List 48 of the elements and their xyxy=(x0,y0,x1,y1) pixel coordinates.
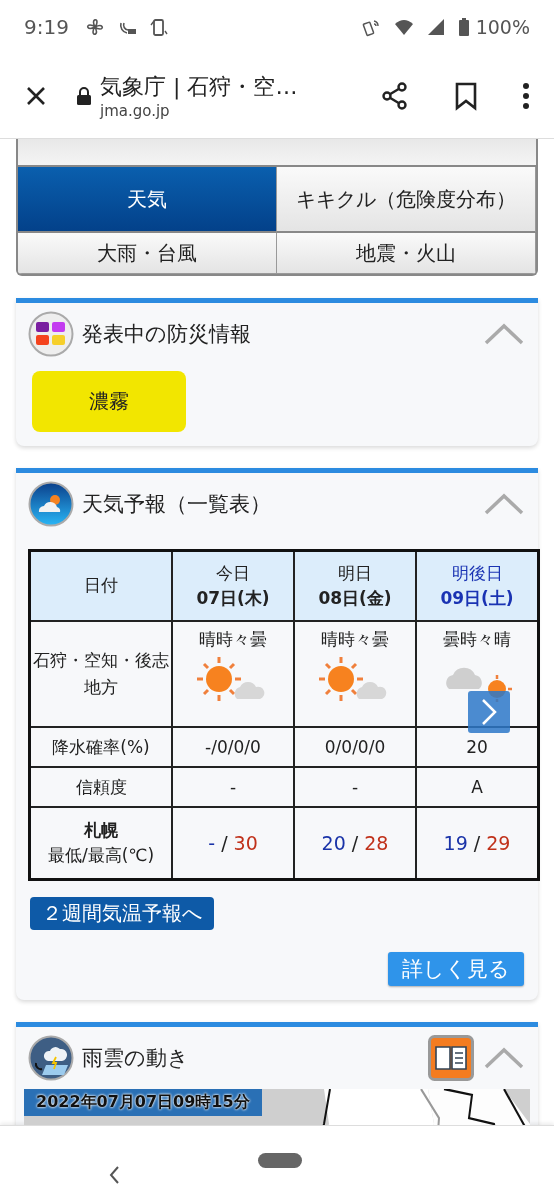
page-url: jma.go.jp xyxy=(100,102,171,120)
nav-tab[interactable]: 大雨・台風 xyxy=(18,233,277,274)
more-icon[interactable] xyxy=(522,81,530,111)
fan-icon xyxy=(84,17,105,37)
phone-signal-icon xyxy=(361,17,382,37)
weather-icon xyxy=(28,481,74,527)
wifi-icon xyxy=(393,17,414,37)
bookmark-icon[interactable] xyxy=(454,81,478,111)
section-title: 天気予報（一覧表） xyxy=(82,491,272,518)
scroll-next-button[interactable] xyxy=(468,691,510,733)
rain-cloud-icon xyxy=(28,1035,74,1081)
row-header: 降水確率(%) xyxy=(29,727,172,767)
partial-tab[interactable] xyxy=(18,139,536,167)
timestamp-label: 2022年07月07日09時15分 xyxy=(24,1089,262,1116)
row-header: 石狩・空知・後志地方 xyxy=(29,621,172,727)
day-header: 今日 07日(木) xyxy=(172,550,294,621)
book-icon[interactable] xyxy=(428,1035,474,1081)
battery-percent: 100% xyxy=(475,16,530,38)
city-name: 札幌 xyxy=(83,818,119,842)
table-cell: - xyxy=(172,767,294,807)
day-header: 明日 08日(金) xyxy=(294,550,416,621)
chevron-right-icon xyxy=(479,697,499,727)
share-icon[interactable] xyxy=(380,81,410,111)
nav-tab[interactable]: 天気 xyxy=(18,167,277,233)
weather-text: 曇時々晴 xyxy=(442,628,512,651)
section-title: 発表中の防災情報 xyxy=(82,321,252,348)
day-header: 明後日 09日(土) xyxy=(416,550,539,621)
lock-icon xyxy=(76,86,92,106)
home-handle[interactable] xyxy=(258,1152,302,1168)
table-header: 日付 xyxy=(29,550,172,621)
clock-time: 9:19 xyxy=(24,15,69,39)
two-week-link-button[interactable]: ２週間気温予報へ xyxy=(30,897,214,930)
phone-rotate-icon xyxy=(148,17,169,37)
page-title: 気象庁 | 石狩・空… xyxy=(100,73,299,102)
weather-text: 晴時々曇 xyxy=(320,628,390,651)
warning-badge[interactable]: 濃霧 xyxy=(32,371,186,432)
section-title: 雨雲の動き xyxy=(82,1045,190,1072)
row-header: 最低/最高(℃) xyxy=(46,844,156,867)
back-icon[interactable] xyxy=(108,1165,120,1185)
grid-icon xyxy=(28,311,74,357)
battery-icon xyxy=(457,17,470,37)
nav-tab[interactable]: 地震・火山 xyxy=(277,233,536,274)
row-header: 信頼度 xyxy=(29,767,172,807)
weather-text: 晴時々曇 xyxy=(198,628,268,651)
nav-tab[interactable]: キキクル（危険度分布） xyxy=(277,167,536,233)
table-cell: -/0/0/0 xyxy=(172,727,294,767)
table-cell: - xyxy=(294,767,416,807)
table-cell: 0/0/0/0 xyxy=(294,727,416,767)
